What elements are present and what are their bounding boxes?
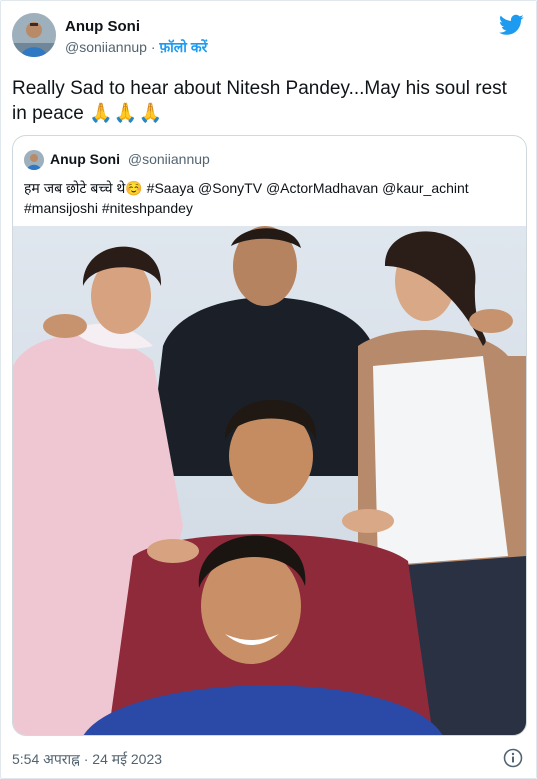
quoted-tweet[interactable]: Anup Soni @soniiannup हम जब छोटे बच्चे थ… <box>12 135 527 736</box>
info-icon[interactable] <box>503 748 523 768</box>
quoted-author-line: Anup Soni @soniiannup <box>50 150 210 169</box>
quoted-author-handle: @soniiannup <box>127 151 210 167</box>
quoted-tweet-text: हम जब छोटे बच्चे थे☺️ #Saaya @SonyTV @Ac… <box>24 180 469 216</box>
author-name[interactable]: Anup Soni <box>65 17 207 36</box>
twitter-bird-icon[interactable] <box>499 14 524 36</box>
author-avatar[interactable] <box>12 13 56 57</box>
follow-button[interactable]: फ़ॉलो करें <box>159 39 207 55</box>
author-handle-line: @soniiannup · फ़ॉलो करें <box>65 38 207 57</box>
tweet-text: Really Sad to hear about Nitesh Pandey..… <box>12 76 527 126</box>
folded-hands-emoji: 🙏🙏🙏 <box>89 103 164 124</box>
separator-dot: · <box>150 39 156 55</box>
embedded-tweet-card: Anup Soni @soniiannup · फ़ॉलो करें Reall… <box>0 0 537 779</box>
tweet-message: Really Sad to hear about Nitesh Pandey..… <box>12 78 507 124</box>
tweet-timestamp[interactable]: 5:54 अपराह्न · 24 मई 2023 <box>12 750 162 768</box>
author-block: Anup Soni @soniiannup · फ़ॉलो करें <box>65 17 207 57</box>
quoted-tweet-photo[interactable] <box>13 226 526 735</box>
author-handle[interactable]: @soniiannup <box>65 39 147 55</box>
quoted-author-avatar <box>24 150 44 170</box>
quoted-author-name: Anup Soni <box>50 151 120 167</box>
